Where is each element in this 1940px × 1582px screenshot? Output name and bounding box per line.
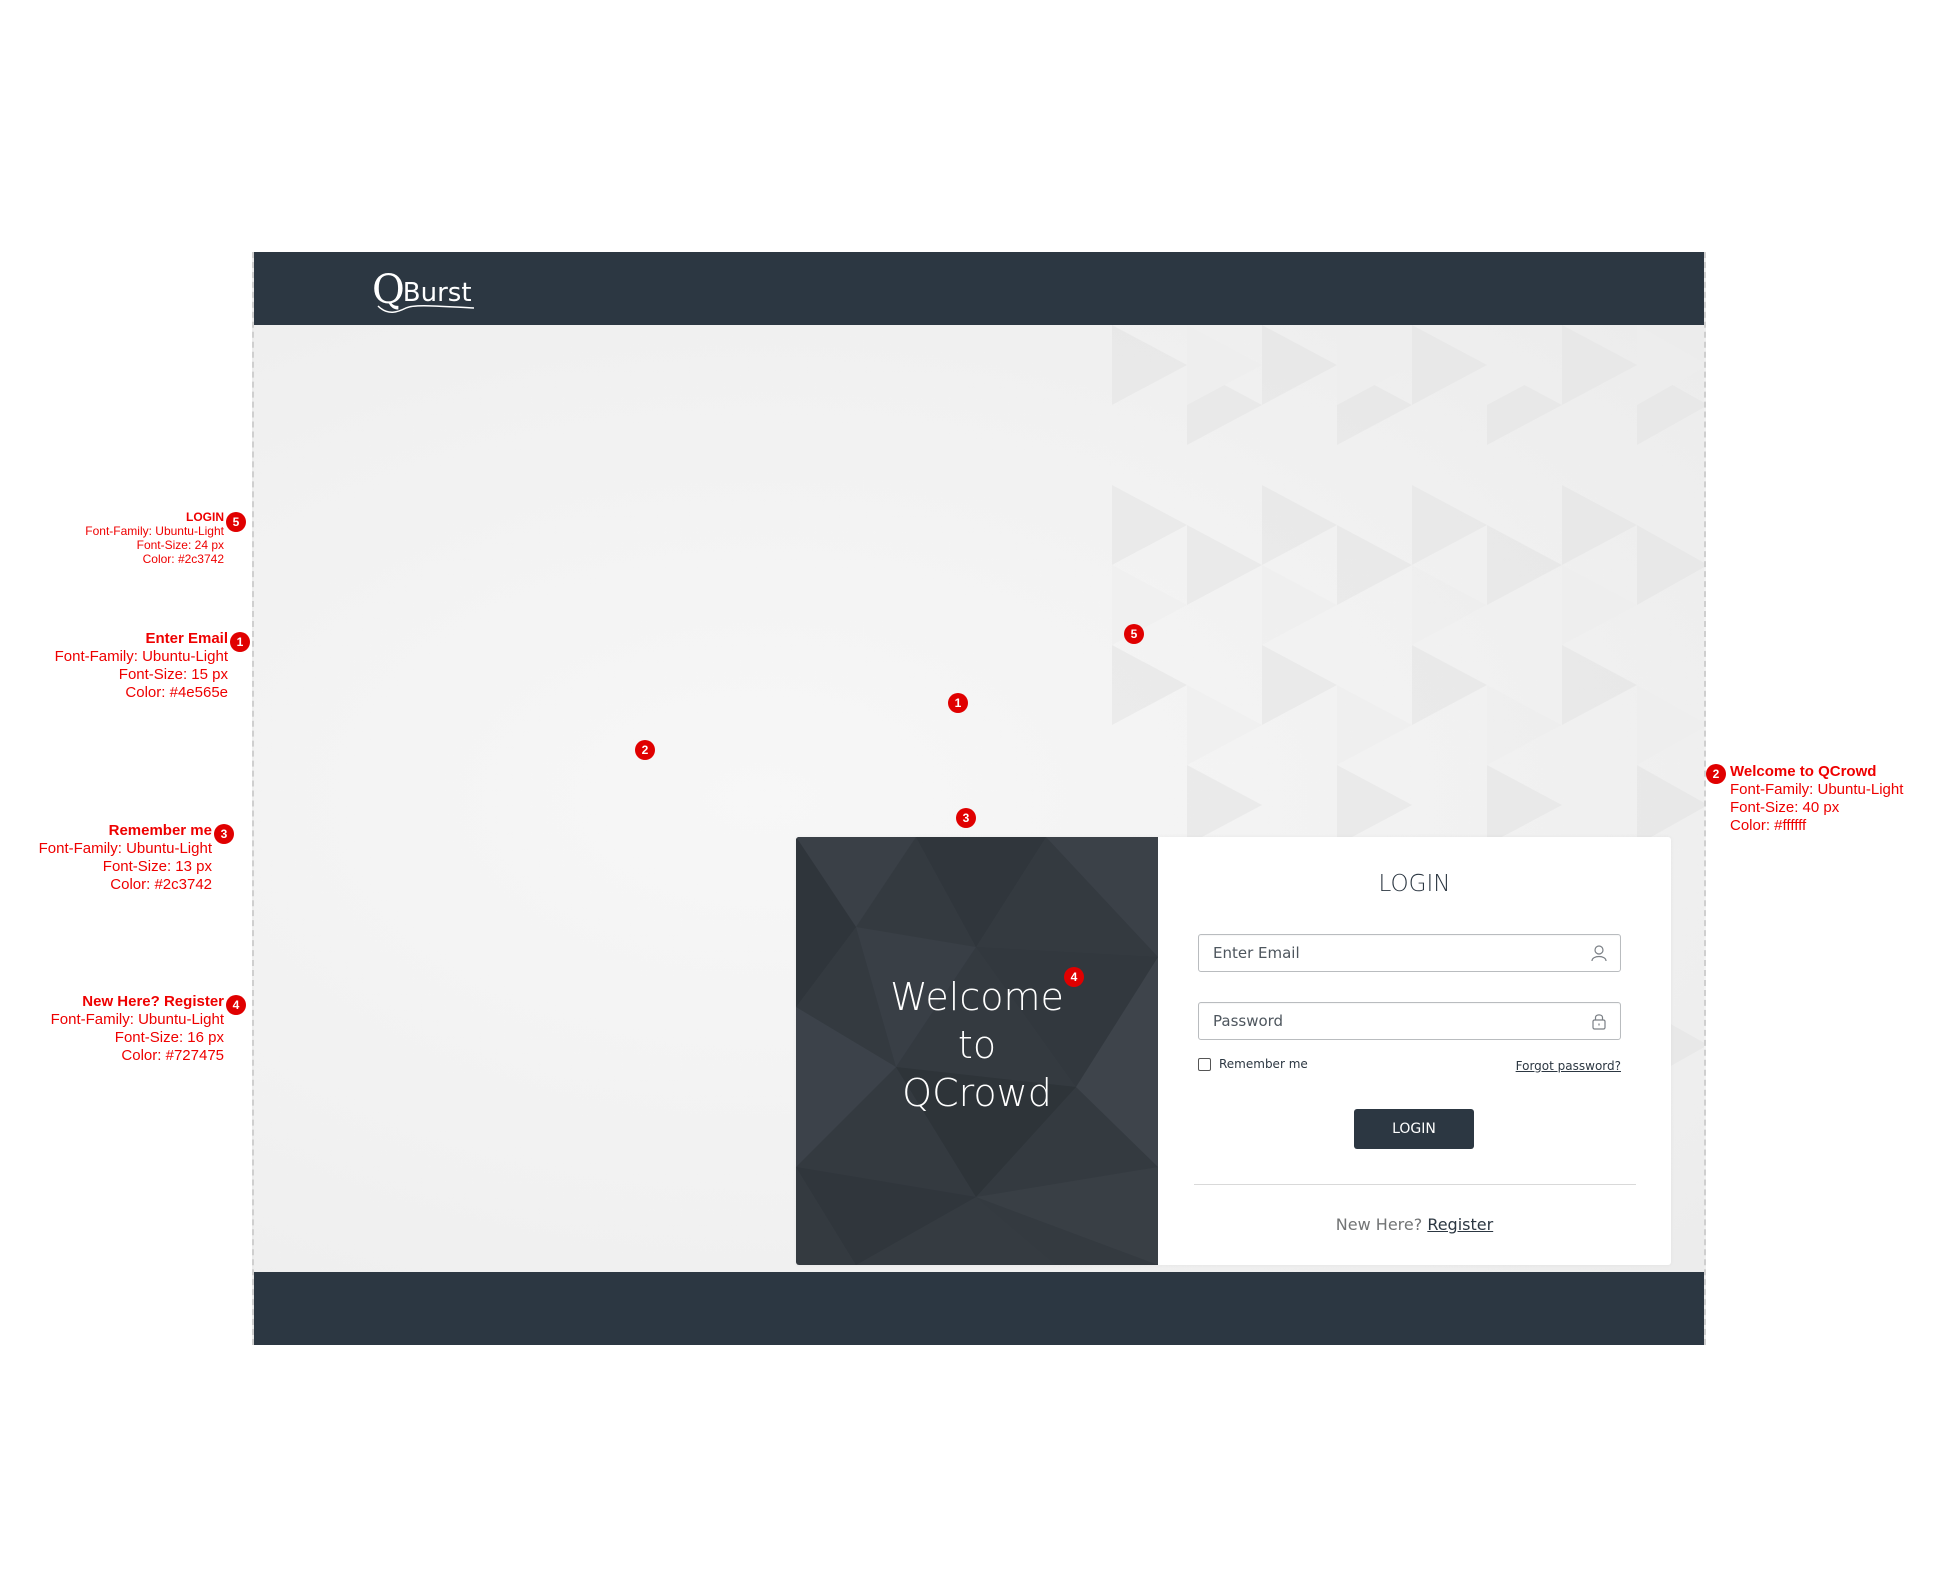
annotation-login-title: LOGIN xyxy=(186,510,224,524)
email-field[interactable] xyxy=(1198,934,1621,972)
password-field[interactable] xyxy=(1198,1002,1621,1040)
welcome-panel: Welcome to QCrowd xyxy=(796,837,1158,1265)
annotation-welcome-size: Font-Size: 40 px xyxy=(1730,799,1840,816)
new-here-text: New Here? xyxy=(1335,1215,1423,1234)
badge-login-title: 5 xyxy=(1124,624,1144,644)
annotation-remember-size: Font-Size: 13 px xyxy=(102,858,212,875)
welcome-line-1: Welcome xyxy=(890,975,1064,1019)
annotation-email-title: Enter Email xyxy=(145,630,228,647)
badge-email-field: 1 xyxy=(948,693,968,713)
annotation-login-font: Font-Family: Ubuntu-Light xyxy=(85,524,224,538)
forgot-password-link[interactable]: Forgot password? xyxy=(1516,1059,1621,1073)
email-input[interactable] xyxy=(1199,935,1583,971)
user-icon xyxy=(1591,945,1607,962)
annotation-badge-welcome: 2 xyxy=(1706,764,1726,784)
badge-remember-me: 3 xyxy=(956,808,976,828)
annotation-login-color: Color: #2c3742 xyxy=(142,552,224,566)
remember-me-checkbox[interactable] xyxy=(1198,1057,1211,1071)
register-link[interactable]: Register xyxy=(1427,1215,1493,1234)
annotation-register-font: Font-Family: Ubuntu-Light xyxy=(50,1011,224,1028)
annotation-register: New Here? Register Font-Family: Ubuntu-L… xyxy=(20,993,224,1065)
annotation-badge-login: 5 xyxy=(226,512,246,532)
logo-swoosh-icon xyxy=(377,304,475,313)
badge-welcome-text: 2 xyxy=(635,740,655,760)
page-frame: Q Burst Welcome to QCrowd LOGIN Enter Em… xyxy=(252,252,1706,1345)
bottom-footer-bar xyxy=(254,1272,1704,1345)
annotation-welcome-title: Welcome to QCrowd xyxy=(1730,763,1877,780)
annotation-email-font: Font-Family: Ubuntu-Light xyxy=(54,648,228,665)
remember-me[interactable]: Remember me xyxy=(1198,1057,1308,1071)
top-header-bar: Q Burst xyxy=(254,252,1704,325)
annotation-welcome-color: Color: #ffffff xyxy=(1730,817,1807,834)
password-input[interactable] xyxy=(1199,1003,1583,1039)
annotation-welcome: Welcome to QCrowd Font-Family: Ubuntu-Li… xyxy=(1730,763,1930,835)
annotation-login-size: Font-Size: 24 px xyxy=(136,538,224,552)
annotation-remember-color: Color: #2c3742 xyxy=(110,876,212,893)
annotation-register-size: Font-Size: 16 px xyxy=(114,1029,224,1046)
annotation-badge-register: 4 xyxy=(226,995,246,1015)
welcome-line-2: to xyxy=(957,1023,997,1067)
annotation-email: Enter Email Font-Family: Ubuntu-Light Fo… xyxy=(20,630,228,702)
annotation-email-color: Color: #4e565e xyxy=(125,684,228,701)
annotation-login: LOGIN Font-Family: Ubuntu-Light Font-Siz… xyxy=(40,510,224,566)
login-button[interactable]: LOGIN xyxy=(1354,1109,1474,1149)
login-title: LOGIN xyxy=(1378,871,1451,897)
welcome-heading: Welcome to QCrowd xyxy=(796,973,1158,1117)
annotation-email-size: Font-Size: 15 px xyxy=(118,666,228,683)
login-form-panel: LOGIN Remember me Forg xyxy=(1158,837,1671,1265)
qburst-logo[interactable]: Q Burst xyxy=(372,266,475,313)
login-card: Welcome to QCrowd LOGIN Enter Email Reme… xyxy=(796,837,1671,1265)
annotation-remember: Remember me Font-Family: Ubuntu-Light Fo… xyxy=(20,822,212,894)
annotation-remember-font: Font-Family: Ubuntu-Light xyxy=(38,840,212,857)
annotation-register-color: Color: #727475 xyxy=(121,1047,224,1064)
welcome-line-3: QCrowd xyxy=(902,1071,1052,1115)
badge-register: 4 xyxy=(1064,967,1084,987)
divider xyxy=(1194,1184,1636,1185)
annotation-badge-email: 1 xyxy=(230,632,250,652)
annotation-badge-remember: 3 xyxy=(214,824,234,844)
annotation-welcome-font: Font-Family: Ubuntu-Light xyxy=(1730,781,1904,798)
annotation-register-title: New Here? Register xyxy=(82,993,224,1010)
remember-me-label: Remember me xyxy=(1219,1057,1308,1071)
register-prompt: New Here? Register xyxy=(1158,1215,1671,1234)
lock-icon xyxy=(1592,1014,1606,1030)
annotation-remember-title: Remember me xyxy=(108,822,212,839)
